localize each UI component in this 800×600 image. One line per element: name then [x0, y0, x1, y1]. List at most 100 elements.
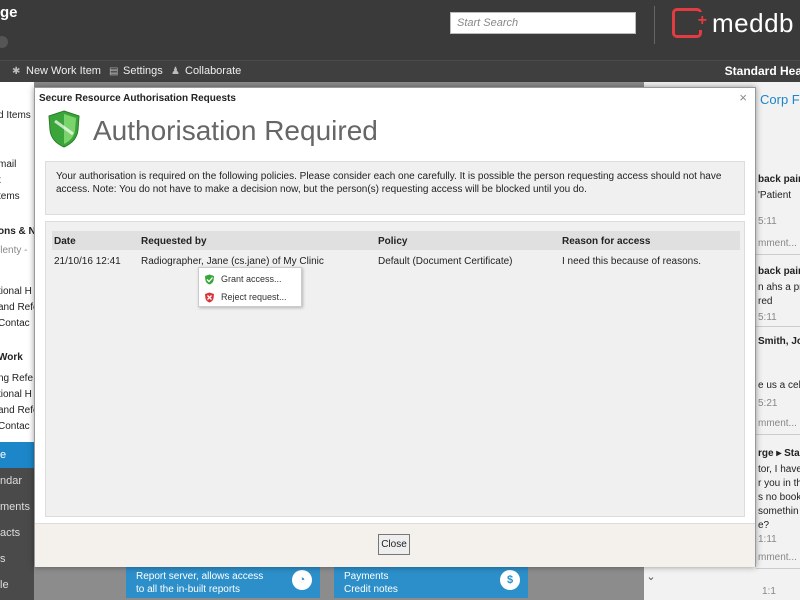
collaborate-button[interactable]: ♟ Collaborate	[171, 65, 241, 77]
feed-title: Corp Fe	[760, 92, 800, 107]
feed-text: 'Patient	[758, 190, 792, 201]
feed-divider	[756, 326, 800, 327]
feed-text: back pair	[758, 266, 800, 277]
feed-text: 5:21	[758, 398, 778, 409]
toolbar: ✱ New Work Item ▤ Settings ♟ Collaborate…	[0, 60, 800, 82]
sidebar-nav-active[interactable]: e	[0, 442, 34, 468]
feed-text: 5:11	[758, 312, 777, 323]
cell-date: 21/10/16 12:41	[54, 256, 121, 267]
feed-text: rge ▸ Sta	[758, 448, 800, 459]
feed-text: r you in th	[758, 478, 800, 489]
app-title: ge	[0, 4, 18, 21]
dialog-titlebar: Secure Resource Authorisation Requests ×	[35, 88, 755, 108]
pie-chart-icon: ◔	[292, 570, 312, 590]
top-bar: ge meddb	[0, 0, 800, 60]
new-work-item-button[interactable]: ✱ New Work Item	[12, 65, 101, 77]
gear-icon: ✱	[12, 65, 21, 77]
chevron-down-icon[interactable]: ⌄	[644, 570, 658, 584]
logo-icon	[672, 8, 707, 38]
report-server-tile[interactable]: Report server, allows access to all the …	[126, 566, 320, 598]
feed-text: somethin	[758, 506, 799, 517]
sidebar-item[interactable]: Contac	[0, 318, 30, 329]
sidebar-item[interactable]: and Refe	[0, 302, 34, 313]
reject-request-menu-item[interactable]: Reject request...	[204, 289, 287, 305]
feed-text: 5:11	[758, 216, 777, 227]
people-icon: ♟	[171, 65, 180, 77]
column-header-requested-by[interactable]: Requested by	[141, 236, 207, 247]
tile-line: Report server, allows access	[136, 571, 264, 582]
sidebar-item[interactable]: t	[0, 175, 1, 186]
payments-tile[interactable]: Payments Credit notes $	[334, 566, 528, 598]
sidebar-item[interactable]: Contac	[0, 421, 30, 432]
sidebar-heading: Work	[0, 352, 23, 363]
grant-access-menu-item[interactable]: Grant access...	[204, 271, 282, 287]
feed-text: Smith, Jo	[758, 336, 800, 347]
shield-check-icon	[205, 274, 214, 284]
view-title: Standard Hea	[724, 64, 800, 78]
feed-divider	[756, 254, 800, 255]
sidebar-nav-item[interactable]: s	[0, 546, 34, 572]
sidebar-item[interactable]: mail	[0, 159, 16, 170]
settings-label: Settings	[123, 65, 163, 77]
authorisation-dialog: Secure Resource Authorisation Requests ×…	[34, 87, 756, 567]
sidebar-item[interactable]: tional H	[0, 389, 32, 400]
context-menu: Grant access... Reject request...	[198, 267, 302, 307]
feed-text[interactable]: mment...	[758, 238, 797, 249]
shield-reject-icon	[205, 292, 214, 302]
feed-text: back pair	[758, 174, 800, 185]
sidebar-nav-item[interactable]: ments	[0, 494, 34, 520]
sidebar-item[interactable]: ng Refe	[0, 373, 33, 384]
feed-text: 1:11	[758, 534, 777, 545]
dialog-footer: Close	[35, 523, 755, 567]
feed-text: n ahs a pr	[758, 282, 800, 293]
reject-request-label: Reject request...	[221, 292, 287, 302]
sidebar-item[interactable]: llenty -	[0, 245, 27, 256]
notice-text: Your authorisation is required on the fo…	[45, 161, 745, 215]
logo: meddb	[672, 7, 794, 39]
feed-text: tor, I have	[758, 464, 800, 475]
requests-table: Date Requested by Policy Reason for acce…	[45, 221, 745, 517]
feed-divider	[756, 434, 800, 435]
feed-divider	[756, 568, 800, 569]
money-bag-icon: $	[500, 570, 520, 590]
sidebar-item[interactable]: tems	[0, 191, 20, 202]
sidebar-item[interactable]: and Refe	[0, 405, 34, 416]
cell-policy: Default (Document Certificate)	[378, 256, 513, 267]
feed-timestamp: 1:1	[762, 586, 776, 597]
close-icon[interactable]: ×	[739, 90, 747, 105]
logo-text: meddb	[712, 7, 794, 38]
table-header: Date Requested by Policy Reason for acce…	[52, 231, 740, 250]
settings-button[interactable]: ▤ Settings	[109, 65, 163, 77]
search-input[interactable]	[450, 12, 636, 34]
sidebar-nav-item[interactable]: ndar	[0, 468, 34, 494]
close-button[interactable]: Close	[378, 534, 410, 555]
logo-divider	[654, 6, 655, 44]
sidebar-heading: ons & Ne	[0, 226, 34, 237]
page-title: Authorisation Required	[93, 115, 378, 146]
column-header-date[interactable]: Date	[54, 236, 76, 247]
settings-icon: ▤	[109, 65, 119, 77]
feed-text: s no book	[758, 492, 800, 503]
cell-requested-by: Radiographer, Jane (cs.jane) of My Clini…	[141, 256, 324, 267]
sidebar-nav-item[interactable]: acts	[0, 520, 34, 546]
sidebar-item[interactable]: d Items	[0, 110, 31, 121]
collaborate-label: Collaborate	[185, 65, 242, 77]
column-header-policy[interactable]: Policy	[378, 236, 407, 247]
sidebar: d Items mail t tems ons & Ne llenty - ti…	[0, 82, 34, 600]
new-work-item-label: New Work Item	[26, 65, 101, 77]
sidebar-nav-item[interactable]: le	[0, 572, 34, 600]
dialog-title: Secure Resource Authorisation Requests	[39, 93, 236, 104]
tile-line: to all the in-built reports	[136, 584, 240, 595]
tile-line: Credit notes	[344, 584, 398, 595]
feed-text[interactable]: mment...	[758, 418, 797, 429]
feed-text: e?	[758, 520, 770, 531]
column-header-reason[interactable]: Reason for access	[562, 236, 650, 247]
feed-text: e us a cell	[758, 380, 800, 391]
feed-text: red	[758, 296, 773, 307]
sidebar-item[interactable]: tional H	[0, 286, 32, 297]
tile-line: Payments	[344, 571, 389, 582]
cell-reason: I need this because of reasons.	[562, 256, 701, 267]
grant-access-label: Grant access...	[221, 274, 282, 284]
feed-text[interactable]: mment...	[758, 552, 797, 563]
app-menu-dot[interactable]	[0, 36, 8, 48]
